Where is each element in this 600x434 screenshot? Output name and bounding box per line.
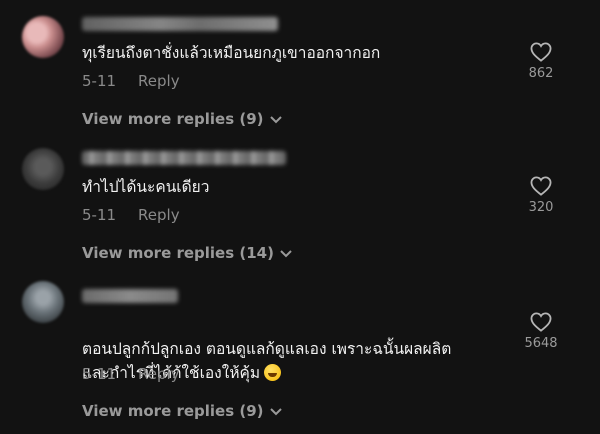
like-count: 320 (528, 200, 554, 215)
like-button[interactable]: 5648 (511, 312, 571, 351)
view-more-replies-button[interactable]: View more replies (9) (82, 402, 282, 420)
comment-date: 5-11 (82, 206, 117, 224)
view-more-replies-button[interactable]: View more replies (14) (82, 244, 292, 262)
comment-meta: 5-11 Reply (82, 365, 180, 383)
username-blurred[interactable] (82, 289, 178, 303)
comment-meta: 5-11 Reply (82, 72, 180, 90)
like-button[interactable]: 320 (511, 176, 571, 215)
like-button[interactable]: 862 (511, 42, 571, 81)
comment-text: ทำไปได้นะคนเดียว (82, 178, 210, 196)
avatar[interactable] (22, 16, 64, 58)
view-more-replies-button[interactable]: View more replies (9) (82, 110, 282, 128)
chevron-down-icon (280, 249, 292, 257)
like-count: 5648 (524, 336, 558, 351)
username-blurred[interactable] (82, 151, 286, 165)
reply-button[interactable]: Reply (138, 72, 180, 90)
comment-date: 5-11 (82, 72, 117, 90)
view-more-replies-label: View more replies (9) (82, 402, 264, 420)
reply-button[interactable]: Reply (138, 365, 180, 383)
heart-icon (530, 312, 552, 332)
like-count: 862 (528, 66, 554, 81)
chevron-down-icon (269, 115, 282, 123)
avatar[interactable] (22, 281, 64, 323)
comment-text: ทุเรียนถึงตาชั่งแล้วเหมือนยกภูเขาออกจากอ… (82, 44, 381, 62)
heart-icon (530, 176, 552, 196)
comment-meta: 5-11 Reply (82, 206, 180, 224)
laughing-tears-emoji-icon (264, 364, 282, 381)
chevron-down-icon (269, 407, 282, 415)
reply-button[interactable]: Reply (138, 206, 180, 224)
username-blurred[interactable] (82, 17, 278, 31)
view-more-replies-label: View more replies (14) (82, 244, 274, 262)
heart-icon (530, 42, 552, 62)
avatar[interactable] (22, 148, 64, 190)
view-more-replies-label: View more replies (9) (82, 110, 264, 128)
comment-date: 5-11 (82, 365, 117, 383)
